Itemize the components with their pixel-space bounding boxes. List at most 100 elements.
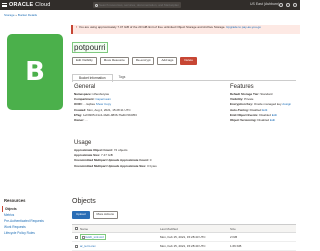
- table-row[interactable]: fetch_xml.xml Mon, Feb 15, 2021, 15:28:4…: [72, 233, 296, 242]
- bucket-actions: Edit Visibility Move Resource Re-encrypt…: [72, 57, 197, 66]
- versioning-value: Disabled: [257, 118, 270, 123]
- auto-tiering-label: Auto-Tiering:: [230, 107, 249, 112]
- namespace-label: Namespace:: [74, 92, 92, 96]
- bell-icon[interactable]: [279, 3, 283, 7]
- column-size[interactable]: Size: [230, 227, 296, 231]
- owner-value: ...: [85, 118, 88, 123]
- resources-title: Resources: [4, 198, 26, 203]
- events-label: Emit Object Events:: [230, 112, 259, 117]
- row-check-cell: [72, 235, 80, 239]
- ocid-show-link[interactable]: Show: [96, 102, 104, 106]
- re-encrypt-button[interactable]: Re-encrypt: [131, 57, 155, 66]
- compartment-label: Compartment:: [74, 97, 95, 102]
- breadcrumb-storage[interactable]: Storage: [4, 13, 15, 17]
- breadcrumb-bucket-details[interactable]: Bucket Details: [18, 13, 37, 17]
- multipart-count-value: 0: [149, 158, 152, 163]
- row-name-cell: fetch_xml.xml: [80, 234, 160, 240]
- delete-button[interactable]: Delete: [180, 57, 197, 66]
- row-size-cell: 2 KiB: [230, 235, 238, 239]
- versioning-edit-link[interactable]: Edit: [270, 118, 275, 122]
- search-bar[interactable]: [93, 2, 181, 8]
- select-all-checkbox[interactable]: [74, 227, 78, 230]
- usage-panel: Usage Approximate Object Count: 72 objec…: [74, 140, 224, 169]
- row-modified-cell: Mon, Feb 15, 2021, 15:28:43 UTC: [160, 235, 206, 239]
- page-title: potpourri: [72, 42, 108, 53]
- multipart-size-value: 0 bytes: [147, 163, 157, 168]
- object-name-link[interactable]: fetch_xml.xml: [80, 234, 106, 240]
- column-name[interactable]: Name: [80, 227, 160, 231]
- general-title: General: [74, 84, 96, 90]
- owner-label: Owner:: [74, 118, 85, 123]
- approx-size-value: 7.47 GiB: [101, 153, 113, 158]
- encryption-assign-link[interactable]: Assign: [282, 102, 291, 106]
- table-row[interactable]: ar_term.csv Mon, Feb 15, 2021, 15:28:40 …: [72, 242, 296, 251]
- warning-icon: !: [76, 25, 77, 29]
- object-name: fetch_xml.xml: [85, 235, 104, 239]
- features-panel: Features Default Storage Tier: Standard …: [230, 84, 298, 123]
- select-all-cell: [72, 227, 80, 230]
- hamburger-menu-icon[interactable]: [2, 3, 7, 7]
- move-resource-button[interactable]: Move Resource: [99, 57, 129, 66]
- approx-size-label: Approximate Size:: [74, 153, 101, 158]
- top-bar: ORACLE Cloud US East (Ashburn): [0, 0, 300, 10]
- ocid-label: OCID:: [74, 102, 83, 107]
- compartment-link[interactable]: Capernaum: [95, 97, 111, 101]
- visibility-value: Private: [244, 97, 254, 102]
- multipart-count-label: Uncommitted Multipart Uploads Approximat…: [74, 158, 149, 163]
- versioning-label: Object Versioning:: [230, 118, 257, 123]
- user-icon[interactable]: [293, 3, 297, 7]
- upgrade-link[interactable]: Upgrade to pay-as-you-go: [226, 25, 261, 29]
- column-last-modified[interactable]: Last Modified: [160, 227, 230, 231]
- events-edit-link[interactable]: Edit: [272, 113, 277, 117]
- logo[interactable]: ORACLE Cloud: [2, 2, 51, 8]
- usage-title: Usage: [74, 140, 92, 146]
- features-title: Features: [230, 84, 254, 90]
- encryption-value: Oracle managed key: [253, 102, 282, 107]
- breadcrumb-separator: »: [15, 13, 18, 17]
- bucket-avatar-letter: B: [25, 57, 45, 87]
- events-value: Disabled: [259, 112, 271, 117]
- created-label: Created:: [74, 107, 87, 112]
- tier-value: Standard: [260, 92, 273, 96]
- etag-label: ETag:: [74, 112, 83, 117]
- search-input[interactable]: [99, 2, 179, 8]
- tier-label: Default Storage Tier:: [230, 92, 260, 96]
- tab-divider: [72, 80, 296, 81]
- breadcrumb: Storage » Bucket Details: [4, 13, 37, 17]
- tabs: Bucket Information Tags: [72, 74, 131, 82]
- ocid-value: ...rsqbsa: [83, 102, 95, 107]
- objects-title: Objects: [72, 198, 96, 205]
- auto-tiering-edit-link[interactable]: Edit: [262, 108, 267, 112]
- auto-tiering-value: Disabled: [249, 107, 262, 112]
- objects-table: Name Last Modified Size fetch_xml.xml Mo…: [72, 224, 296, 251]
- row-checkbox[interactable]: [74, 235, 78, 239]
- edit-visibility-button[interactable]: Edit Visibility: [72, 57, 97, 66]
- logo-light: Cloud: [35, 2, 51, 8]
- approx-count-value: 72 objects: [113, 148, 128, 152]
- etag-value: 1ef3f205-01c4-4bdb-9836-7fa4b7dfd353: [82, 112, 137, 117]
- help-icon[interactable]: [286, 3, 290, 7]
- storage-limit-banner: ! You are using approximately 7.47 GiB o…: [71, 25, 300, 34]
- tab-tags[interactable]: Tags: [113, 74, 132, 82]
- versioning-row: Object Versioning: Disabled Edit: [230, 118, 298, 123]
- tab-bucket-information[interactable]: Bucket Information: [72, 74, 113, 82]
- bucket-avatar: B: [7, 34, 63, 110]
- resources-nav: Resources Objects Metrics Pre-Authentica…: [2, 198, 60, 236]
- nav-item-lifecycle-policy-rules[interactable]: Lifecycle Policy Rules: [4, 230, 60, 236]
- search-icon: [94, 3, 98, 7]
- multipart-size-label: Uncommitted Multipart Uploads Approximat…: [74, 163, 147, 168]
- upload-button[interactable]: Upload: [72, 211, 90, 220]
- ocid-copy-link[interactable]: Copy: [104, 102, 111, 106]
- region-selector[interactable]: US East (Ashburn): [250, 2, 279, 6]
- created-value: Mon, Aug 2, 2021, 15:28:11 UTC: [87, 107, 131, 112]
- add-tags-button[interactable]: Add tags: [157, 57, 178, 66]
- approx-count-label: Approximate Object Count:: [74, 148, 114, 152]
- banner-text: You are using approximately 7.47 GiB of …: [78, 25, 226, 29]
- oracle-cloud-logo: ORACLE Cloud: [9, 2, 51, 8]
- top-icons: [279, 3, 297, 7]
- more-actions-button[interactable]: More Actions: [92, 211, 118, 220]
- namespace-value: idhesbutywe: [92, 92, 110, 96]
- encryption-label: Encryption Key:: [230, 102, 254, 107]
- objects-actions: Upload More Actions: [72, 211, 118, 220]
- logo-bold: ORACLE: [9, 2, 34, 8]
